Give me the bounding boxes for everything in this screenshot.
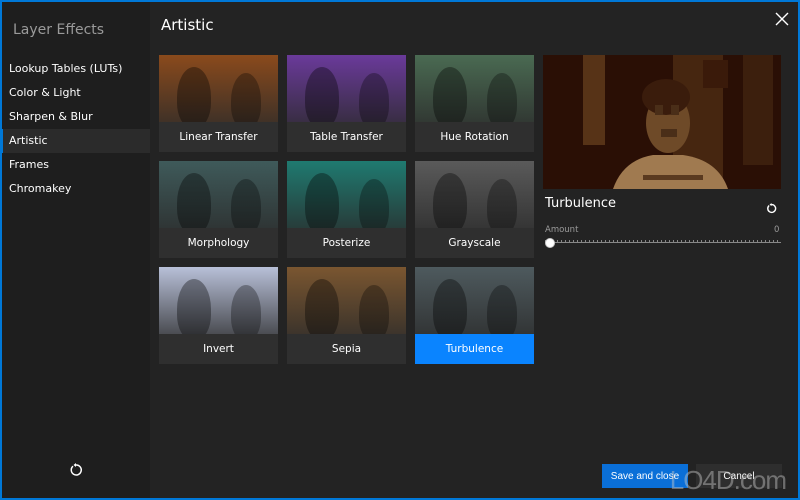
effect-thumbnail xyxy=(287,267,406,334)
amount-slider[interactable] xyxy=(545,238,781,248)
effect-tile-label: Posterize xyxy=(322,237,371,249)
effect-tile-label: Invert xyxy=(203,343,234,355)
effect-thumbnail xyxy=(415,55,534,122)
effect-grid: Linear Transfer Table Transfer Hue Rotatio… xyxy=(159,55,534,364)
effect-tile-label: Linear Transfer xyxy=(179,131,258,143)
effect-thumbnail xyxy=(287,161,406,228)
effect-tile-label: Grayscale xyxy=(448,237,501,249)
thumbnail-figure xyxy=(487,179,517,228)
thumbnail-figure xyxy=(487,73,517,122)
effect-tile-sepia[interactable]: Sepia xyxy=(287,267,406,364)
effect-tile-label: Table Transfer xyxy=(310,131,383,143)
reset-all-button[interactable] xyxy=(69,462,83,476)
effect-tile-turbulence[interactable]: Turbulence xyxy=(415,267,534,364)
effect-reset-button[interactable] xyxy=(766,199,777,214)
thumbnail-figure xyxy=(305,173,339,228)
effect-thumbnail xyxy=(415,161,534,228)
thumbnail-figure xyxy=(359,179,389,228)
thumbnail-figure xyxy=(359,73,389,122)
effect-preview xyxy=(543,55,781,189)
thumbnail-figure xyxy=(433,67,467,122)
thumbnail-figure xyxy=(177,67,211,122)
sidebar-item-frames[interactable]: Frames xyxy=(2,153,150,177)
sidebar: Layer Effects Lookup Tables (LUTs) Color… xyxy=(0,2,150,498)
effect-tile-posterize[interactable]: Posterize xyxy=(287,161,406,258)
thumbnail-figure xyxy=(231,179,261,228)
main-panel: Artistic Linear Transfer Table Transfer Hu… xyxy=(150,2,798,498)
effect-tile-label: Sepia xyxy=(331,343,362,355)
effect-thumbnail xyxy=(159,55,278,122)
effect-tile-table-transfer[interactable]: Table Transfer xyxy=(287,55,406,152)
effect-category-nav: Lookup Tables (LUTs) Color & Light Sharp… xyxy=(0,57,150,201)
sidebar-item-sharpen-blur[interactable]: Sharpen & Blur xyxy=(2,105,150,129)
thumbnail-figure xyxy=(305,67,339,122)
effect-thumbnail xyxy=(159,267,278,334)
effect-tile-linear-transfer[interactable]: Linear Transfer xyxy=(159,55,278,152)
thumbnail-figure xyxy=(177,173,211,228)
reset-icon xyxy=(767,203,777,214)
page-title: Artistic xyxy=(161,16,214,34)
thumbnail-figure xyxy=(305,279,339,334)
amount-value: 0 xyxy=(774,225,780,235)
thumbnail-figure xyxy=(433,173,467,228)
effect-tile-label: Hue Rotation xyxy=(440,131,509,143)
effect-tile-grayscale[interactable]: Grayscale xyxy=(415,161,534,258)
sidebar-title: Layer Effects xyxy=(13,22,105,38)
thumbnail-figure xyxy=(231,73,261,122)
close-button[interactable] xyxy=(775,11,789,26)
sidebar-item-artistic[interactable]: Artistic xyxy=(0,129,150,153)
effect-tile-label: Turbulence xyxy=(415,334,534,364)
sidebar-item-luts[interactable]: Lookup Tables (LUTs) xyxy=(2,57,150,81)
thumbnail-figure xyxy=(177,279,211,334)
preview-image xyxy=(543,55,781,189)
close-icon xyxy=(775,12,789,26)
effect-thumbnail xyxy=(287,55,406,122)
effect-thumbnail xyxy=(159,161,278,228)
sidebar-item-chromakey[interactable]: Chromakey xyxy=(2,177,150,201)
thumbnail-figure xyxy=(231,285,261,334)
slider-thumb[interactable] xyxy=(545,238,555,248)
effect-tile-morphology[interactable]: Morphology xyxy=(159,161,278,258)
cancel-button[interactable]: Cancel xyxy=(696,464,782,488)
save-and-close-button[interactable]: Save and close xyxy=(602,464,688,488)
dialog-footer: Save and close Cancel xyxy=(602,464,782,488)
thumbnail-figure xyxy=(433,279,467,334)
reset-icon xyxy=(70,463,82,476)
effect-tile-label: Morphology xyxy=(187,237,250,249)
thumbnail-figure xyxy=(359,285,389,334)
effect-tile-invert[interactable]: Invert xyxy=(159,267,278,364)
effect-thumbnail xyxy=(415,267,534,334)
thumbnail-figure xyxy=(487,285,517,334)
effect-name: Turbulence xyxy=(545,196,617,211)
effect-tile-hue-rotation[interactable]: Hue Rotation xyxy=(415,55,534,152)
slider-track xyxy=(545,242,781,243)
amount-label: Amount xyxy=(545,225,579,235)
sidebar-item-color-light[interactable]: Color & Light xyxy=(2,81,150,105)
